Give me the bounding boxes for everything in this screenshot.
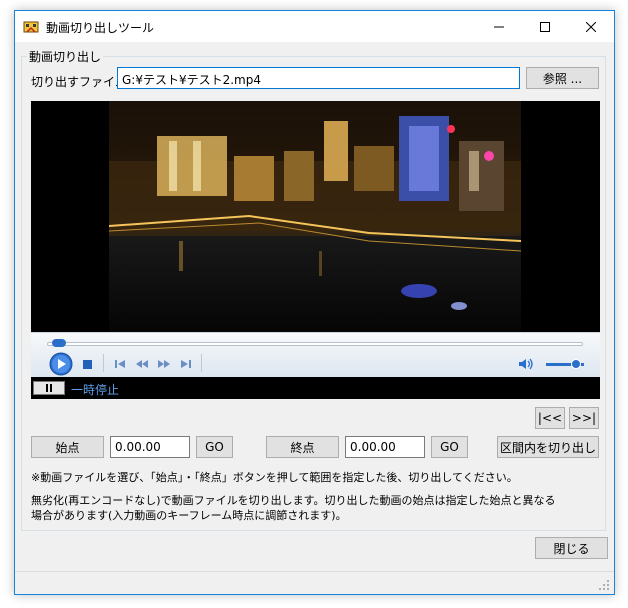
- player-status-bar: 一時停止: [31, 377, 600, 399]
- start-point-button[interactable]: 始点: [31, 436, 104, 458]
- status-divider: [15, 571, 614, 572]
- player-status-text: 一時停止: [71, 383, 120, 397]
- jump-start-button[interactable]: |<<: [535, 407, 565, 429]
- fast-forward-icon[interactable]: [157, 357, 171, 371]
- video-display[interactable]: [31, 101, 600, 332]
- resize-grip-icon[interactable]: [598, 579, 610, 591]
- minimize-icon: [494, 26, 504, 27]
- browse-button[interactable]: 参照 ...: [526, 67, 599, 89]
- control-divider: [103, 354, 104, 372]
- minimize-button[interactable]: [476, 11, 522, 42]
- seek-bar[interactable]: [47, 342, 583, 346]
- rewind-icon[interactable]: [135, 357, 149, 371]
- end-point-button[interactable]: 終点: [266, 436, 339, 458]
- media-player: 一時停止: [31, 101, 600, 399]
- jump-end-button[interactable]: >>|: [569, 407, 599, 429]
- stop-icon[interactable]: [83, 360, 92, 369]
- player-controls: [31, 332, 600, 377]
- video-frame-image: [109, 101, 521, 332]
- close-window-button[interactable]: [568, 11, 614, 42]
- end-time-input[interactable]: 0.00.00: [345, 436, 425, 458]
- end-go-button[interactable]: GO: [431, 436, 468, 458]
- close-icon: [586, 21, 596, 32]
- close-button[interactable]: 閉じる: [535, 537, 608, 559]
- cut-range-button[interactable]: 区間内を切り出し: [497, 436, 599, 458]
- start-go-button[interactable]: GO: [196, 436, 233, 458]
- group-label: 動画切り出し: [27, 48, 104, 65]
- pause-icon: [46, 384, 52, 392]
- file-label: 切り出すファイル: [31, 75, 128, 89]
- film-scissors-icon: [23, 21, 39, 33]
- window-title: 動画切り出しツール: [46, 21, 155, 35]
- volume-icon[interactable]: [518, 357, 534, 371]
- start-time-input[interactable]: 0.00.00: [110, 436, 190, 458]
- skip-next-icon[interactable]: [179, 357, 193, 371]
- volume-thumb[interactable]: [571, 359, 582, 369]
- title-bar[interactable]: 動画切り出しツール: [15, 11, 614, 42]
- pause-button[interactable]: [33, 381, 65, 395]
- maximize-icon: [540, 21, 550, 32]
- file-path-input[interactable]: G:¥テスト¥テスト2.mp4: [117, 67, 520, 89]
- instruction-text: ※動画ファイルを選び、「始点」・「終点」ボタンを押して範囲を指定した後、切り出し…: [31, 471, 518, 484]
- play-icon[interactable]: [49, 352, 73, 376]
- main-window: 動画切り出しツール 動画切り出し 切り出すファイル G:¥テスト¥テスト2.mp…: [14, 10, 615, 595]
- info-text-line1: 無劣化(再エンコードなし)で動画ファイルを切り出します。切り出した動画の始点は指…: [31, 494, 556, 507]
- info-text-line2: 場合があります(入力動画のキーフレーム時点に調節されます)。: [31, 509, 347, 522]
- control-divider: [201, 354, 202, 372]
- maximize-button[interactable]: [522, 11, 568, 42]
- seek-thumb[interactable]: [52, 339, 67, 347]
- skip-previous-icon[interactable]: [113, 357, 127, 371]
